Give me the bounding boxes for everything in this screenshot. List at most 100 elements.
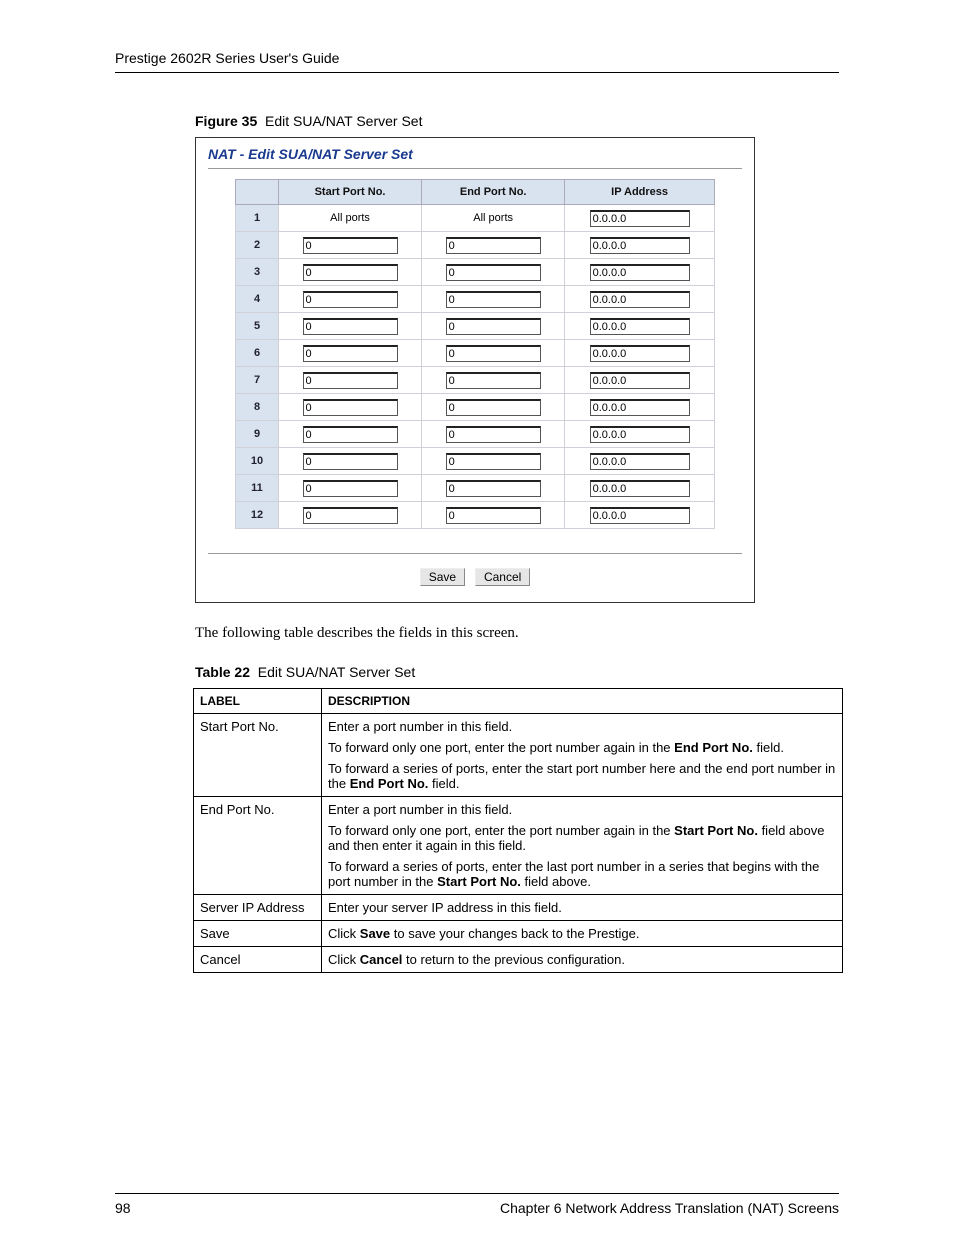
desc-text: Enter your server IP address in this fie… xyxy=(322,895,843,921)
desc-paragraph: To forward a series of ports, enter the … xyxy=(328,761,836,791)
ip-address-input[interactable] xyxy=(590,372,690,389)
save-button[interactable]: Save xyxy=(420,568,465,586)
desc-text: Click Cancel to return to the previous c… xyxy=(322,947,843,973)
desc-header-label: LABEL xyxy=(194,689,322,714)
col-start-header: Start Port No. xyxy=(279,180,422,205)
end-port-input[interactable] xyxy=(446,291,541,308)
start-port-input[interactable] xyxy=(303,237,398,254)
end-port-input[interactable] xyxy=(446,507,541,524)
ip-cell xyxy=(565,205,715,232)
start-port-input[interactable] xyxy=(303,291,398,308)
bold-term: Save xyxy=(360,926,390,941)
table-row: 6 xyxy=(236,340,715,367)
ip-cell xyxy=(565,394,715,421)
table-row: 9 xyxy=(236,421,715,448)
ip-address-input[interactable] xyxy=(590,480,690,497)
start-port-cell xyxy=(279,286,422,313)
table-row: 3 xyxy=(236,259,715,286)
start-port-input[interactable] xyxy=(303,318,398,335)
start-port-input[interactable] xyxy=(303,264,398,281)
ip-address-input[interactable] xyxy=(590,291,690,308)
start-port-cell xyxy=(279,475,422,502)
cancel-button[interactable]: Cancel xyxy=(475,568,530,586)
desc-paragraph: To forward only one port, enter the port… xyxy=(328,823,836,853)
start-port-input[interactable] xyxy=(303,507,398,524)
ip-address-input[interactable] xyxy=(590,507,690,524)
bold-term: End Port No. xyxy=(350,776,429,791)
end-port-cell xyxy=(422,367,565,394)
row-index: 10 xyxy=(236,448,279,475)
start-port-input[interactable] xyxy=(303,399,398,416)
desc-label: End Port No. xyxy=(194,797,322,895)
figure-caption: Figure 35 Edit SUA/NAT Server Set xyxy=(195,113,839,129)
table-row: 4 xyxy=(236,286,715,313)
desc-text: Enter a port number in this field.To for… xyxy=(322,714,843,797)
row-index: 8 xyxy=(236,394,279,421)
end-port-cell xyxy=(422,448,565,475)
end-port-input[interactable] xyxy=(446,264,541,281)
end-port-static: All ports xyxy=(422,205,565,232)
desc-row: Server IP AddressEnter your server IP ad… xyxy=(194,895,843,921)
end-port-cell xyxy=(422,394,565,421)
end-port-input[interactable] xyxy=(446,399,541,416)
table-row: 8 xyxy=(236,394,715,421)
bold-term: End Port No. xyxy=(674,740,753,755)
end-port-input[interactable] xyxy=(446,237,541,254)
start-port-input[interactable] xyxy=(303,426,398,443)
end-port-input[interactable] xyxy=(446,453,541,470)
ip-cell xyxy=(565,367,715,394)
end-port-input[interactable] xyxy=(446,426,541,443)
ip-cell xyxy=(565,475,715,502)
ip-cell xyxy=(565,502,715,529)
row-index: 1 xyxy=(236,205,279,232)
bold-term: Start Port No. xyxy=(674,823,758,838)
start-port-cell xyxy=(279,448,422,475)
col-ip-header: IP Address xyxy=(565,180,715,205)
end-port-cell xyxy=(422,421,565,448)
ip-address-input[interactable] xyxy=(590,399,690,416)
start-port-cell xyxy=(279,502,422,529)
row-index: 5 xyxy=(236,313,279,340)
nat-edit-screenshot: NAT - Edit SUA/NAT Server Set Start Port… xyxy=(195,137,755,603)
start-port-cell xyxy=(279,340,422,367)
desc-text: Click Save to save your changes back to … xyxy=(322,921,843,947)
ip-address-input[interactable] xyxy=(590,318,690,335)
ip-address-input[interactable] xyxy=(590,426,690,443)
table-row: 11 xyxy=(236,475,715,502)
ip-address-input[interactable] xyxy=(590,237,690,254)
table-row: 5 xyxy=(236,313,715,340)
desc-row: End Port No. Enter a port number in this … xyxy=(194,797,843,895)
table-row: 7 xyxy=(236,367,715,394)
start-port-cell xyxy=(279,367,422,394)
end-port-input[interactable] xyxy=(446,318,541,335)
desc-paragraph: Enter a port number in this field. xyxy=(328,802,836,817)
ip-cell xyxy=(565,340,715,367)
start-port-input[interactable] xyxy=(303,480,398,497)
server-set-table: Start Port No. End Port No. IP Address 1… xyxy=(235,179,715,529)
desc-paragraph: To forward a series of ports, enter the … xyxy=(328,859,836,889)
end-port-input[interactable] xyxy=(446,345,541,362)
desc-paragraph: Click Cancel to return to the previous c… xyxy=(328,952,836,967)
ip-address-input[interactable] xyxy=(590,264,690,281)
start-port-input[interactable] xyxy=(303,345,398,362)
table-label: Table 22 xyxy=(195,664,250,680)
start-port-input[interactable] xyxy=(303,453,398,470)
start-port-input[interactable] xyxy=(303,372,398,389)
end-port-input[interactable] xyxy=(446,480,541,497)
end-port-cell xyxy=(422,502,565,529)
ip-address-input[interactable] xyxy=(590,210,690,227)
page-footer: 98 Chapter 6 Network Address Translation… xyxy=(115,1193,839,1216)
row-index: 6 xyxy=(236,340,279,367)
row-index: 4 xyxy=(236,286,279,313)
start-port-cell xyxy=(279,394,422,421)
table-title: Edit SUA/NAT Server Set xyxy=(258,664,415,680)
table-row: 10 xyxy=(236,448,715,475)
desc-label: Server IP Address xyxy=(194,895,322,921)
row-index: 3 xyxy=(236,259,279,286)
intro-text: The following table describes the fields… xyxy=(195,625,839,642)
end-port-input[interactable] xyxy=(446,372,541,389)
start-port-static: All ports xyxy=(279,205,422,232)
ip-address-input[interactable] xyxy=(590,453,690,470)
end-port-cell xyxy=(422,232,565,259)
ip-address-input[interactable] xyxy=(590,345,690,362)
